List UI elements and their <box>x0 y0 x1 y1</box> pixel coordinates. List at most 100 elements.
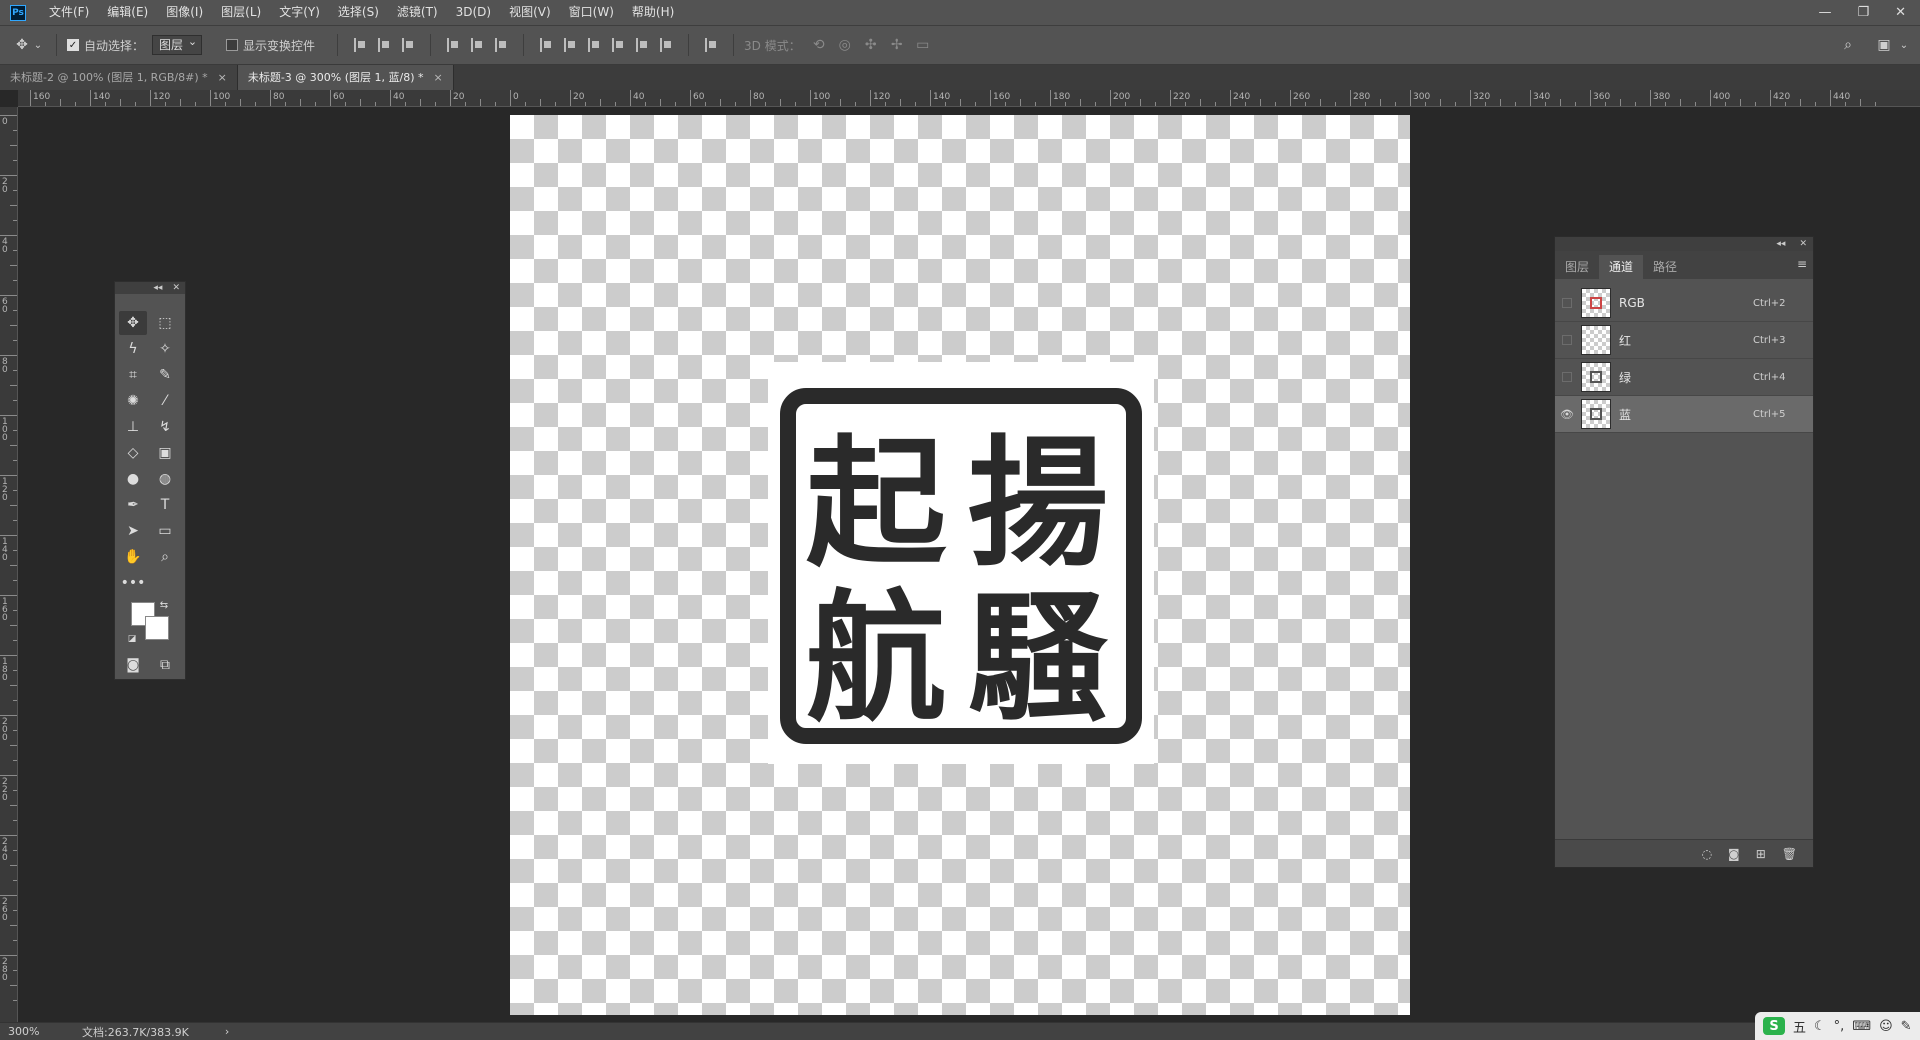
menu-window[interactable]: 窗口(W) <box>560 0 623 25</box>
eye-icon[interactable]: 👁 <box>1555 408 1579 421</box>
ime-mode[interactable]: 五 <box>1793 1017 1806 1036</box>
new-channel-icon[interactable]: ⊞ <box>1756 847 1766 861</box>
workspace-icon[interactable]: ▣ <box>1876 37 1892 53</box>
clone-stamp-tool-icon[interactable]: ⊥ <box>119 415 147 439</box>
menu-select[interactable]: 选择(S) <box>329 0 388 25</box>
menu-filter[interactable]: 滤镜(T) <box>388 0 447 25</box>
path-selection-tool-icon[interactable]: ➤ <box>119 519 147 543</box>
delete-channel-icon[interactable]: 🗑 <box>1782 847 1797 861</box>
channel-row-blue[interactable]: 👁 蓝 Ctrl+5 <box>1555 396 1813 433</box>
3d-drag-icon[interactable]: ✣ <box>863 37 879 53</box>
more-tools-icon[interactable]: ••• <box>119 571 147 595</box>
close-window-button[interactable]: ✕ <box>1895 5 1906 20</box>
3d-roll-icon[interactable]: ◎ <box>837 37 853 53</box>
panel-header[interactable]: ◂◂ ✕ <box>1555 237 1813 251</box>
pen-tool-icon[interactable]: ✒ <box>119 493 147 517</box>
distribute-left-icon[interactable] <box>612 38 624 52</box>
eyedropper-tool-icon[interactable]: ✎ <box>151 363 179 387</box>
move-tool-icon[interactable]: ✥ <box>119 311 147 335</box>
save-selection-icon[interactable]: ◙ <box>1728 847 1740 861</box>
brush-tool-icon[interactable]: ⁄ <box>151 389 179 413</box>
menu-edit[interactable]: 编辑(E) <box>98 0 157 25</box>
visibility-toggle[interactable] <box>1562 372 1572 382</box>
menu-view[interactable]: 视图(V) <box>500 0 560 25</box>
tools-panel-header[interactable]: ◂◂ ✕ <box>115 282 185 294</box>
menu-3d[interactable]: 3D(D) <box>447 0 500 25</box>
gradient-tool-icon[interactable]: ▣ <box>151 441 179 465</box>
close-icon[interactable]: × <box>434 65 443 90</box>
auto-select-checkbox[interactable]: ✓ <box>67 39 79 51</box>
tab-channels[interactable]: 通道 <box>1599 255 1644 279</box>
lasso-tool-icon[interactable]: ϟ <box>119 337 147 361</box>
visibility-toggle[interactable] <box>1562 298 1572 308</box>
auto-align-icon[interactable] <box>705 38 717 52</box>
chevron-down-icon[interactable]: ⌄ <box>1896 37 1912 53</box>
3d-camera-icon[interactable]: ▭ <box>915 37 931 53</box>
align-top-icon[interactable] <box>354 38 366 52</box>
magic-wand-tool-icon[interactable]: ✧ <box>151 337 179 361</box>
rectangle-tool-icon[interactable]: ▭ <box>151 519 179 543</box>
align-bottom-icon[interactable] <box>402 38 414 52</box>
close-icon[interactable]: × <box>218 65 227 90</box>
collapse-icon[interactable]: ◂◂ <box>1776 237 1785 251</box>
3d-slide-icon[interactable]: ✢ <box>889 37 905 53</box>
type-tool-icon[interactable]: T <box>151 493 179 517</box>
ime-halfwidth-icon[interactable]: ☾ <box>1814 1019 1826 1034</box>
distribute-bottom-icon[interactable] <box>588 38 600 52</box>
channel-row-red[interactable]: 红 Ctrl+3 <box>1555 322 1813 359</box>
horizontal-ruler[interactable]: 160 140 120 100 80 60 40 20 0 20 40 60 80 100 120 140 16… <box>18 90 1920 107</box>
ime-logo[interactable]: S <box>1763 1017 1785 1035</box>
screen-mode-icon[interactable]: ⧉ <box>151 653 179 677</box>
panel-menu-icon[interactable]: ≡ <box>1797 257 1807 271</box>
menu-help[interactable]: 帮助(H) <box>623 0 683 25</box>
distribute-right-icon[interactable] <box>660 38 672 52</box>
crop-tool-icon[interactable]: ⌗ <box>119 363 147 387</box>
distribute-hcenter-icon[interactable] <box>636 38 648 52</box>
ime-user-icon[interactable]: ☺ <box>1879 1019 1893 1034</box>
menu-type[interactable]: 文字(Y) <box>270 0 329 25</box>
show-transform-checkbox[interactable] <box>226 39 239 51</box>
status-menu-arrow[interactable]: › <box>225 1025 229 1038</box>
channel-row-green[interactable]: 绿 Ctrl+4 <box>1555 359 1813 396</box>
zoom-level[interactable]: 300% <box>8 1025 72 1038</box>
marquee-tool-icon[interactable]: ⬚ <box>151 311 179 335</box>
eraser-tool-icon[interactable]: ◇ <box>119 441 147 465</box>
quick-mask-icon[interactable]: ◙ <box>119 653 147 677</box>
ime-punctuation-icon[interactable]: °, <box>1834 1019 1845 1034</box>
search-icon[interactable]: ⌕ <box>1840 37 1856 53</box>
document-tab[interactable]: 未标题-2 @ 100% (图层 1, RGB/8#) * × <box>0 65 238 90</box>
tab-layers[interactable]: 图层 <box>1555 255 1599 279</box>
menu-layer[interactable]: 图层(L) <box>212 0 270 25</box>
visibility-toggle[interactable] <box>1562 335 1572 345</box>
vertical-ruler[interactable]: 0 20 40 60 80 100 120 140 160 180 200 220 240 260 280 <box>0 107 18 1022</box>
healing-brush-tool-icon[interactable]: ✺ <box>119 389 147 413</box>
auto-select-target-dropdown[interactable]: 图层 <box>152 33 203 55</box>
background-color-swatch[interactable] <box>145 616 169 640</box>
dodge-tool-icon[interactable]: ◍ <box>151 467 179 491</box>
menu-image[interactable]: 图像(I) <box>157 0 212 25</box>
align-vcenter-icon[interactable] <box>378 38 390 52</box>
distribute-top-icon[interactable] <box>540 38 552 52</box>
history-brush-tool-icon[interactable]: ↯ <box>151 415 179 439</box>
document-tab-active[interactable]: 未标题-3 @ 300% (图层 1, 蓝/8) * × <box>237 65 454 90</box>
load-selection-icon[interactable]: ◌ <box>1702 847 1712 861</box>
blur-tool-icon[interactable]: ● <box>119 467 147 491</box>
zoom-tool-icon[interactable]: ⌕ <box>151 545 179 569</box>
distribute-vcenter-icon[interactable] <box>564 38 576 52</box>
hand-tool-icon[interactable]: ✋ <box>119 545 147 569</box>
align-left-icon[interactable] <box>447 38 459 52</box>
chevron-down-icon[interactable]: ⌄ <box>30 37 46 53</box>
tab-paths[interactable]: 路径 <box>1643 255 1687 279</box>
align-hcenter-icon[interactable] <box>471 38 483 52</box>
menu-file[interactable]: 文件(F) <box>40 0 98 25</box>
move-tool-icon[interactable]: ✥ <box>14 37 30 53</box>
3d-rotate-icon[interactable]: ⟲ <box>811 37 827 53</box>
collapse-icon[interactable]: ◂◂ <box>153 282 162 294</box>
ime-keyboard-icon[interactable]: ⌨ <box>1852 1019 1871 1034</box>
align-right-icon[interactable] <box>495 38 507 52</box>
minimize-button[interactable]: — <box>1818 5 1831 20</box>
ime-settings-icon[interactable]: ✎ <box>1901 1019 1912 1034</box>
channel-row-rgb[interactable]: RGB Ctrl+2 <box>1555 285 1813 322</box>
swap-colors-icon[interactable]: ⇆ <box>157 598 171 612</box>
close-icon[interactable]: ✕ <box>172 282 180 294</box>
